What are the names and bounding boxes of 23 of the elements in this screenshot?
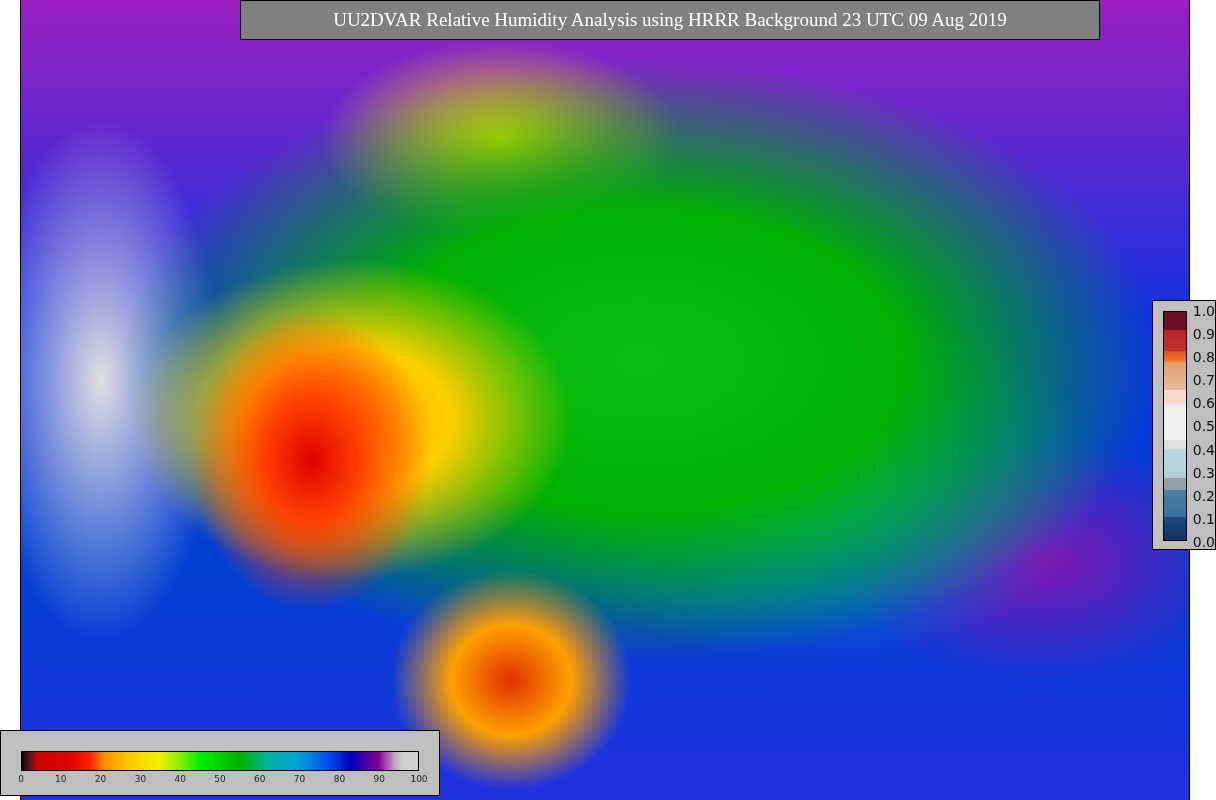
tick-label: 90: [373, 774, 385, 784]
tick-label: 70: [293, 774, 306, 784]
tick-label: 0.0: [1192, 533, 1215, 550]
tick-label: 0.4: [1192, 441, 1215, 458]
tick-label: 0: [18, 774, 24, 784]
tick-label: 0.7: [1192, 372, 1215, 389]
tick-label: 30: [134, 774, 147, 784]
tick-label: 10: [55, 774, 67, 784]
tick-label: 0.2: [1192, 487, 1215, 504]
tick-label: 0.9: [1192, 326, 1215, 343]
tick-label: 0.5: [1192, 418, 1215, 435]
tick-label: 0.6: [1192, 395, 1215, 412]
tick-label: 1.0: [1192, 303, 1215, 319]
map-title: UU2DVAR Relative Humidity Analysis using HRRR Background 23 UTC 09 Aug 2019: [240, 0, 1100, 40]
tick-label: 50: [214, 774, 226, 784]
tick-label: 40: [174, 774, 186, 784]
tick-label: 80: [333, 774, 346, 784]
tick-label: 60: [254, 774, 266, 784]
tick-label: 0.1: [1192, 510, 1215, 527]
tick-label: 0.3: [1192, 464, 1215, 481]
tick-label: 20: [94, 774, 107, 784]
tick-label: 0.8: [1192, 349, 1215, 366]
tick-label: 100: [410, 774, 428, 784]
